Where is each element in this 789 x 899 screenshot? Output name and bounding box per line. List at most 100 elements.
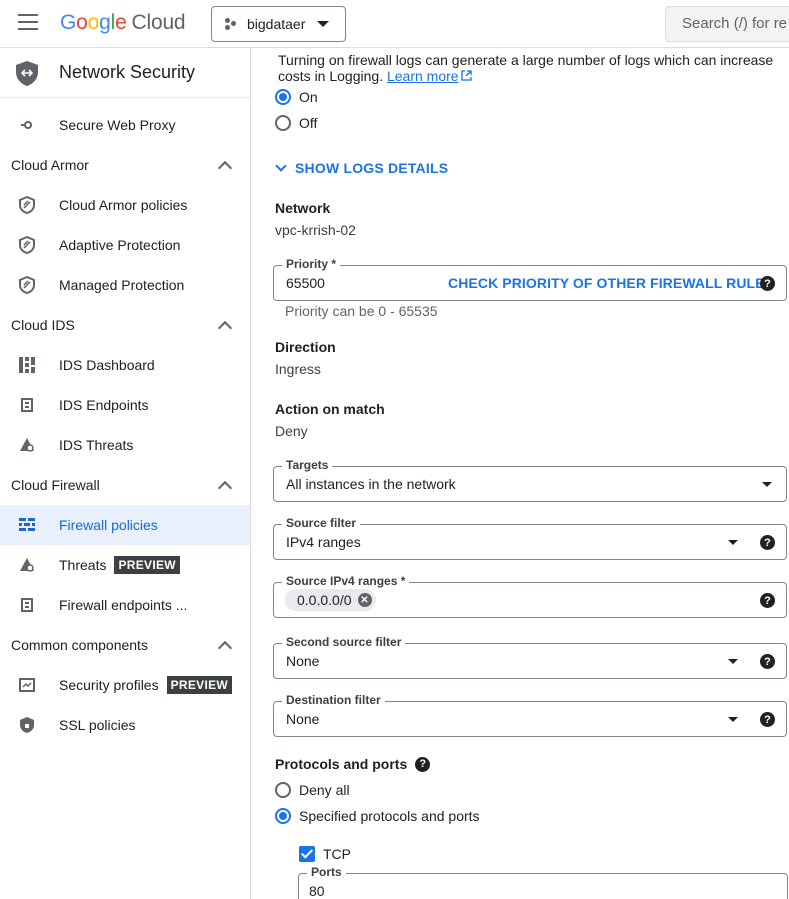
search-input[interactable]: Search (/) for re — [665, 6, 789, 42]
firewall-icon — [17, 515, 37, 535]
sidebar-item-ssl-policies[interactable]: SSL policies — [0, 705, 250, 745]
action-value: Deny — [275, 423, 308, 439]
help-icon[interactable]: ? — [760, 654, 775, 669]
show-logs-label: SHOW LOGS DETAILS — [295, 160, 449, 176]
section-cloud-ids[interactable]: Cloud IDS — [0, 305, 250, 345]
google-cloud-logo[interactable]: Google Cloud — [60, 11, 186, 35]
ports-field[interactable]: Ports 80 — [298, 865, 788, 899]
section-common-components[interactable]: Common components — [0, 625, 250, 665]
ip-range-chip[interactable]: 0.0.0.0/0 ✕ — [285, 589, 376, 611]
help-icon[interactable]: ? — [760, 593, 775, 608]
section-cloud-firewall[interactable]: Cloud Firewall — [0, 465, 250, 505]
check-priority-link[interactable]: CHECK PRIORITY OF OTHER FIREWALL RULES — [448, 275, 774, 291]
sidebar-item-cloud-armor-policies[interactable]: Cloud Armor policies — [0, 185, 250, 225]
chevron-up-icon — [217, 640, 233, 655]
help-icon[interactable]: ? — [415, 756, 431, 772]
learn-more-label: Learn more — [386, 68, 459, 84]
help-icon[interactable]: ? — [760, 535, 775, 550]
external-link-icon — [460, 70, 472, 81]
endpoint-icon — [17, 395, 37, 415]
sidebar-item-label: Cloud Armor policies — [59, 197, 188, 213]
ssl-shield-icon — [17, 715, 37, 735]
priority-field[interactable]: Priority * 65500 CHECK PRIORITY OF OTHER… — [273, 257, 787, 301]
shield-icon — [17, 275, 37, 295]
network-label: Network — [275, 200, 331, 216]
source-filter-value: IPv4 ranges — [286, 534, 361, 550]
network-value: vpc-krrish-02 — [275, 222, 356, 238]
ports-value: 80 — [309, 883, 325, 899]
targets-value: All instances in the network — [286, 476, 456, 492]
sidebar-item-ids-endpoints[interactable]: IDS Endpoints — [0, 385, 250, 425]
logo-letter: o — [76, 11, 88, 34]
sidebar-item-label: SSL policies — [59, 717, 136, 733]
threat-icon — [17, 555, 37, 575]
deny-all-radio[interactable]: Deny all — [275, 782, 350, 798]
priority-value: 65500 — [286, 275, 325, 291]
project-selector[interactable]: bigdataer — [211, 6, 346, 42]
project-name: bigdataer — [247, 16, 306, 32]
sidebar-item-managed-protection[interactable]: Managed Protection — [0, 265, 250, 305]
specified-protocols-radio[interactable]: Specified protocols and ports — [275, 808, 480, 824]
learn-more-link[interactable]: Learn more — [387, 68, 472, 84]
targets-select[interactable]: Targets All instances in the network — [273, 458, 787, 502]
shield-icon — [17, 235, 37, 255]
show-logs-details-button[interactable]: SHOW LOGS DETAILS — [275, 160, 449, 176]
source-ranges-field[interactable]: Source IPv4 ranges * 0.0.0.0/0 ✕ ? — [273, 574, 787, 618]
sidebar-item-secure-web-proxy[interactable]: Secure Web Proxy — [0, 105, 250, 145]
sidebar-item-firewall-policies[interactable]: Firewall policies — [0, 505, 250, 545]
field-label: Ports — [307, 865, 346, 879]
section-title: Cloud IDS — [11, 317, 75, 333]
logs-off-radio[interactable]: Off — [275, 115, 317, 131]
second-source-filter-select[interactable]: Second source filter None ? — [273, 635, 787, 679]
field-label: Source filter — [282, 516, 361, 530]
field-label: Destination filter — [282, 693, 385, 707]
sidebar-item-label: Firewall endpoints ... — [59, 597, 188, 613]
logo-letter: G — [60, 11, 77, 34]
destination-filter-select[interactable]: Destination filter None ? — [273, 693, 787, 737]
source-filter-select[interactable]: Source filter IPv4 ranges ? — [273, 516, 787, 560]
radio-button-selected[interactable] — [275, 808, 291, 824]
protocols-ports-heading: Protocols and ports ? — [275, 756, 431, 772]
direction-label: Direction — [275, 339, 336, 355]
radio-button[interactable] — [275, 115, 291, 131]
logo-letter: e — [115, 11, 127, 34]
threat-icon — [17, 435, 37, 455]
tcp-checkbox[interactable] — [299, 846, 315, 862]
radio-label: On — [299, 89, 318, 105]
radio-label: Specified protocols and ports — [299, 808, 480, 824]
tcp-label: TCP — [323, 846, 351, 862]
main-content: Turning on firewall logs can generate a … — [251, 48, 789, 899]
proxy-icon — [17, 115, 37, 135]
sidebar-header: Network Security — [0, 48, 250, 98]
remove-chip-icon[interactable]: ✕ — [357, 593, 372, 607]
chevron-up-icon — [217, 480, 233, 495]
project-icon — [225, 18, 237, 30]
sidebar-item-label: Security profiles — [59, 677, 159, 693]
help-icon[interactable]: ? — [760, 276, 775, 291]
sidebar-item-threats[interactable]: Threats PREVIEW — [0, 545, 250, 585]
network-security-icon — [16, 60, 38, 86]
menu-icon[interactable] — [18, 14, 38, 32]
help-icon[interactable]: ? — [760, 712, 775, 727]
sidebar-title: Network Security — [59, 62, 196, 82]
dashboard-icon — [17, 355, 37, 375]
dropdown-arrow-icon — [728, 717, 738, 722]
logo-letter: g — [99, 11, 111, 34]
sidebar: Network Security Secure Web Proxy Cloud … — [0, 48, 251, 899]
logs-on-radio[interactable]: On — [275, 89, 318, 105]
logs-info-text: Turning on firewall logs can generate a … — [278, 52, 783, 84]
second-source-value: None — [286, 653, 320, 669]
sidebar-item-ids-threats[interactable]: IDS Threats — [0, 425, 250, 465]
sidebar-item-firewall-endpoints[interactable]: Firewall endpoints ... — [0, 585, 250, 625]
section-cloud-armor[interactable]: Cloud Armor — [0, 145, 250, 185]
sidebar-item-security-profiles[interactable]: Security profiles PREVIEW — [0, 665, 250, 705]
sidebar-item-label: Threats — [59, 557, 107, 573]
sidebar-item-label: Managed Protection — [59, 277, 185, 293]
radio-button-selected[interactable] — [275, 89, 291, 105]
chevron-down-icon — [317, 21, 330, 27]
radio-button[interactable] — [275, 782, 291, 798]
sidebar-item-adaptive-protection[interactable]: Adaptive Protection — [0, 225, 250, 265]
sidebar-item-ids-dashboard[interactable]: IDS Dashboard — [0, 345, 250, 385]
field-label: Second source filter — [282, 635, 406, 649]
endpoint-icon — [17, 595, 37, 615]
